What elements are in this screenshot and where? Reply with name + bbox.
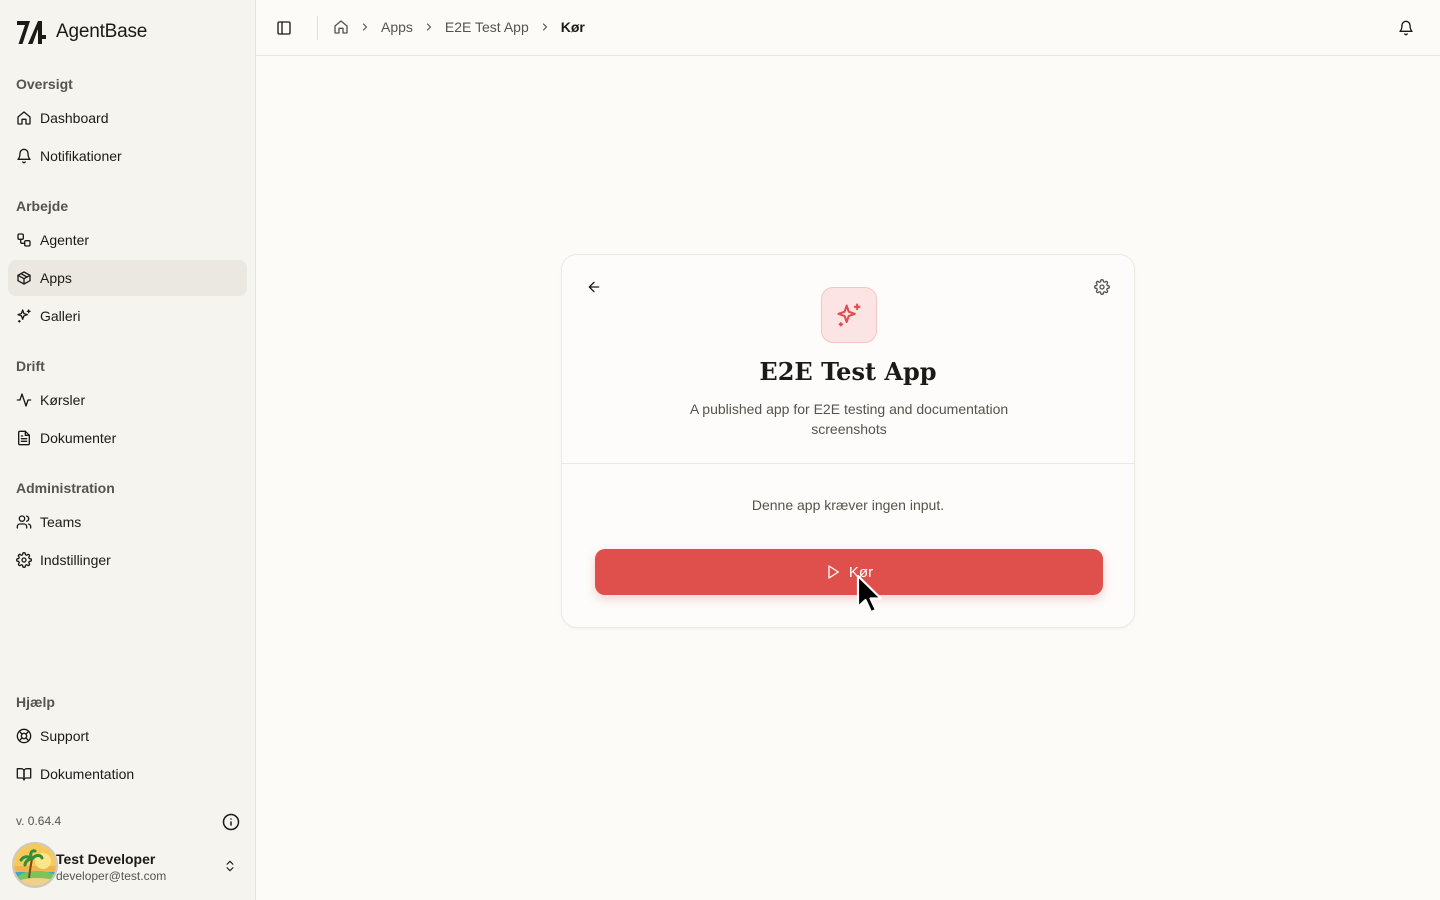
- avatar-image: [14, 844, 56, 886]
- arrow-left-icon[interactable]: [586, 279, 602, 295]
- home-icon[interactable]: [333, 19, 349, 35]
- app-version: v. 0.64.4: [16, 814, 62, 828]
- sidebar-item-label: Dashboard: [40, 110, 109, 126]
- sidebar-item-label: Galleri: [40, 308, 81, 324]
- sidebar-item-label: Teams: [40, 514, 82, 530]
- sidebar-item-agenter[interactable]: Agenter: [8, 222, 247, 258]
- breadcrumb-apps[interactable]: Apps: [381, 19, 413, 35]
- group-label-administration: Administration: [16, 480, 115, 496]
- app-icon: [821, 287, 877, 343]
- play-icon: [828, 565, 839, 579]
- sidebar-item-label: Dokumentation: [40, 766, 135, 782]
- life-buoy-icon: [16, 728, 32, 744]
- sidebar-item-label: Notifikationer: [40, 148, 122, 164]
- group-label-oversigt: Oversigt: [16, 76, 73, 92]
- group-label-arbejde: Arbejde: [16, 198, 69, 214]
- breadcrumb: Apps E2E Test App Kør: [333, 19, 585, 35]
- sidebar-item-label: Apps: [40, 270, 72, 286]
- run-button-label: Kør: [848, 563, 874, 581]
- brand-name: AgentBase: [56, 21, 148, 42]
- gear-icon[interactable]: [1094, 279, 1110, 295]
- package-icon: [17, 271, 31, 285]
- sidebar-item-galleri[interactable]: Galleri: [8, 298, 247, 334]
- app-title: E2E Test App: [759, 357, 937, 386]
- user-email: developer@test.com: [56, 869, 167, 883]
- brand[interactable]: AgentBase: [16, 18, 147, 46]
- sidebar-item-apps[interactable]: Apps: [8, 260, 247, 296]
- breadcrumb-current: Kør: [560, 19, 585, 35]
- run-button[interactable]: Kør: [595, 549, 1103, 595]
- no-input-message: Denne app kræver ingen input.: [751, 497, 945, 513]
- breadcrumb-app[interactable]: E2E Test App: [445, 19, 529, 35]
- sidebar-item-indstillinger[interactable]: Indstillinger: [8, 542, 247, 578]
- sidebar-item-teams[interactable]: Teams: [8, 504, 247, 540]
- book-open-icon: [16, 768, 32, 781]
- chevron-right-icon: [426, 23, 432, 31]
- info-icon[interactable]: [222, 813, 240, 831]
- chevron-right-icon: [362, 23, 368, 31]
- chevrons-up-down-icon[interactable]: [223, 858, 237, 874]
- sidebar-item-notifikationer[interactable]: Notifikationer: [8, 138, 247, 174]
- user-name: Test Developer: [56, 851, 156, 867]
- sidebar-item-dashboard[interactable]: Dashboard: [8, 100, 247, 136]
- sidebar-item-dokumentation[interactable]: Dokumentation: [8, 756, 247, 792]
- sidebar-item-label: Agenter: [40, 232, 90, 248]
- avatar: [12, 842, 58, 888]
- group-label-hjaelp: Hjælp: [16, 694, 55, 710]
- activity-icon: [16, 393, 32, 407]
- user-menu[interactable]: Test Developer developer@test.com: [12, 840, 247, 890]
- sidebar-toggle-icon[interactable]: [276, 20, 292, 36]
- sidebar: AgentBase Oversigt Dashboard Notifikatio…: [0, 0, 256, 900]
- app-description: A published app for E2E testing and docu…: [689, 401, 1009, 437]
- gear-icon: [16, 552, 32, 568]
- bell-icon: [17, 148, 31, 164]
- sidebar-item-korsler[interactable]: Kørsler: [8, 382, 247, 418]
- users-icon: [16, 515, 32, 529]
- topbar: Apps E2E Test App Kør: [256, 0, 1440, 56]
- agentbase-logo-icon: [17, 21, 46, 44]
- sidebar-item-label: Dokumenter: [40, 430, 117, 446]
- home-icon: [17, 111, 31, 125]
- group-label-drift: Drift: [16, 358, 45, 374]
- file-text-icon: [18, 430, 30, 446]
- sidebar-item-dokumenter[interactable]: Dokumenter: [8, 420, 247, 456]
- sparkles-icon: [837, 303, 861, 327]
- chevron-right-icon: [542, 23, 547, 31]
- sidebar-item-label: Support: [40, 728, 90, 744]
- sparkles-icon: [17, 309, 31, 323]
- sidebar-item-label: Kørsler: [40, 392, 86, 408]
- bell-icon[interactable]: [1398, 20, 1414, 36]
- app-run-card: E2E Test App A published app for E2E tes…: [561, 254, 1135, 628]
- sidebar-item-label: Indstillinger: [40, 552, 111, 568]
- topbar-divider: [317, 16, 318, 40]
- card-divider: [562, 463, 1134, 464]
- sidebar-item-support[interactable]: Support: [8, 718, 247, 754]
- workflow-icon: [17, 233, 31, 247]
